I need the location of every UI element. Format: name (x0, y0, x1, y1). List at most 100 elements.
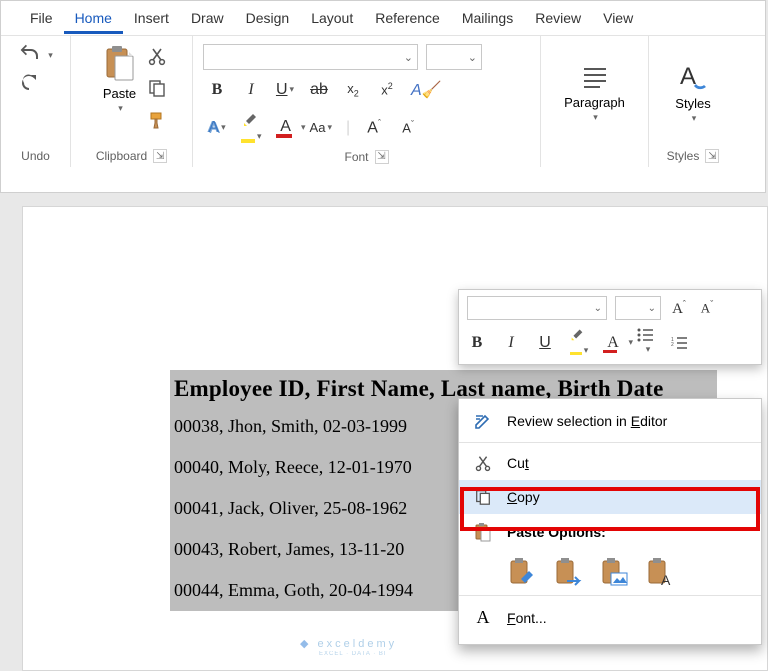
styles-label: Styles (675, 96, 710, 111)
group-label-clipboard: Clipboard (96, 149, 147, 163)
mini-font-name[interactable]: ⌄ (467, 296, 607, 320)
ctx-font[interactable]: A Font... (459, 599, 761, 636)
ctx-label: Copy (507, 489, 540, 505)
svg-text:A: A (661, 572, 671, 588)
scissors-icon (147, 46, 167, 66)
ctx-paste-options-header: Paste Options: (459, 514, 761, 550)
copy-icon (147, 78, 167, 98)
text-effects-button[interactable]: A▾ (207, 119, 227, 137)
paragraph-button[interactable]: Paragraph ▾ (558, 59, 631, 127)
separator (459, 595, 761, 596)
ctx-label: Paste Options: (507, 524, 606, 540)
group-font: ⌄ ⌄ B I U▾ ab x2 x2 A🧹 A▾ ▾ (193, 36, 541, 167)
tab-mailings[interactable]: Mailings (451, 2, 524, 34)
tab-references[interactable]: Reference (364, 2, 451, 34)
copy-button[interactable] (147, 78, 167, 98)
tab-home[interactable]: Home (64, 2, 123, 34)
styles-launcher[interactable]: ⇲ (705, 149, 719, 163)
watermark: ◆ exceldemy (300, 637, 397, 650)
numbering-icon: 12 (671, 336, 689, 350)
chevron-down-icon: ▾ (692, 113, 697, 124)
bold-button[interactable]: B (207, 81, 227, 99)
paste-button[interactable]: Paste ▾ (97, 40, 143, 118)
context-menu: Review selection in Editor Cut Copy Past… (458, 398, 762, 645)
separator (459, 442, 761, 443)
change-case-button[interactable]: Aa▾ (310, 120, 332, 136)
group-paragraph: Paragraph ▾ . (541, 36, 649, 167)
clear-formatting-button[interactable]: A🧹 (411, 80, 442, 100)
copy-icon (473, 488, 493, 506)
group-label-styles: Styles (667, 149, 700, 163)
font-a-icon: A (473, 607, 493, 628)
ribbon-tabs: File Home Insert Draw Design Layout Refe… (1, 1, 765, 35)
font-launcher[interactable]: ⇲ (375, 150, 389, 164)
superscript-button[interactable]: x2 (377, 81, 397, 98)
cut-button[interactable] (147, 46, 167, 66)
tab-view[interactable]: View (592, 2, 644, 34)
paste-icon (473, 522, 493, 542)
mini-shrink-font[interactable]: Aˇ (697, 299, 717, 316)
ctx-label: Review selection in Editor (507, 413, 667, 429)
clipboard-launcher[interactable]: ⇲ (153, 149, 167, 163)
mini-grow-font[interactable]: Aˆ (669, 299, 689, 318)
mini-italic[interactable]: I (501, 334, 521, 352)
ctx-label: Cut (507, 455, 529, 471)
tab-file[interactable]: File (19, 2, 64, 34)
chevron-down-icon: ▾ (593, 112, 598, 123)
highlighter-icon (241, 110, 259, 128)
font-size-combo[interactable]: ⌄ (426, 44, 482, 70)
styles-button[interactable]: A Styles ▾ (669, 58, 716, 128)
paste-icon (103, 44, 137, 84)
paste-merge[interactable] (553, 556, 585, 590)
mini-toolbar: ⌄ ⌄ Aˆ Aˇ B I U ▾ A▾ ▾ 12 (458, 289, 762, 365)
italic-button[interactable]: I (241, 81, 261, 99)
group-label-font: Font (344, 150, 368, 164)
ctx-cut[interactable]: Cut (459, 446, 761, 480)
ctx-label: Font... (507, 610, 547, 626)
underline-button[interactable]: U▾ (275, 81, 295, 99)
shrink-font-button[interactable]: Aˇ (398, 119, 418, 136)
strikethrough-button[interactable]: ab (309, 81, 329, 99)
chevron-down-icon: ▾ (118, 103, 123, 114)
paste-text-only[interactable]: A (645, 556, 677, 590)
group-clipboard: Paste ▾ Clipboard ⇲ (71, 36, 193, 167)
format-painter-button[interactable] (147, 110, 167, 130)
paragraph-lines-icon (580, 63, 610, 93)
redo-button[interactable] (18, 72, 53, 94)
paste-keep-source[interactable] (507, 556, 539, 590)
font-color-button[interactable]: A▾ (276, 118, 296, 138)
ctx-review-editor[interactable]: Review selection in Editor (459, 403, 761, 439)
grow-font-button[interactable]: Aˆ (364, 118, 384, 137)
paste-label: Paste (103, 86, 136, 101)
subscript-button[interactable]: x2 (343, 81, 363, 99)
group-undo: ▾ Undo (1, 36, 71, 167)
chevron-down-icon: ▾ (48, 50, 53, 61)
mini-bullets[interactable]: ▾ (637, 328, 657, 358)
tab-draw[interactable]: Draw (180, 2, 235, 34)
highlight-button[interactable]: ▾ (241, 110, 262, 146)
undo-button[interactable]: ▾ (18, 44, 53, 66)
mini-bold[interactable]: B (467, 334, 487, 352)
ribbon: ▾ Undo Paste (1, 35, 765, 167)
bullets-icon (637, 328, 655, 342)
mini-font-color[interactable]: A▾ (603, 334, 623, 353)
paste-picture[interactable] (599, 556, 631, 590)
word-window: File Home Insert Draw Design Layout Refe… (0, 0, 766, 193)
font-name-combo[interactable]: ⌄ (203, 44, 418, 70)
paragraph-label: Paragraph (564, 95, 625, 110)
svg-text:A: A (680, 63, 696, 90)
scissors-icon (473, 454, 493, 472)
mini-font-size[interactable]: ⌄ (615, 296, 661, 320)
group-styles: A Styles ▾ Styles ⇲ (649, 36, 737, 167)
styles-icon: A (676, 62, 710, 94)
tab-review[interactable]: Review (524, 2, 592, 34)
tab-design[interactable]: Design (235, 2, 301, 34)
tab-insert[interactable]: Insert (123, 2, 180, 34)
tab-layout[interactable]: Layout (300, 2, 364, 34)
watermark-subtitle: EXCEL · DATA · BI (319, 651, 387, 657)
paste-options-row: A (459, 550, 761, 592)
mini-highlight[interactable]: ▾ (569, 326, 589, 360)
mini-numbering[interactable]: 12 (671, 336, 691, 350)
mini-underline[interactable]: U (535, 334, 555, 352)
ctx-copy[interactable]: Copy (459, 480, 761, 514)
